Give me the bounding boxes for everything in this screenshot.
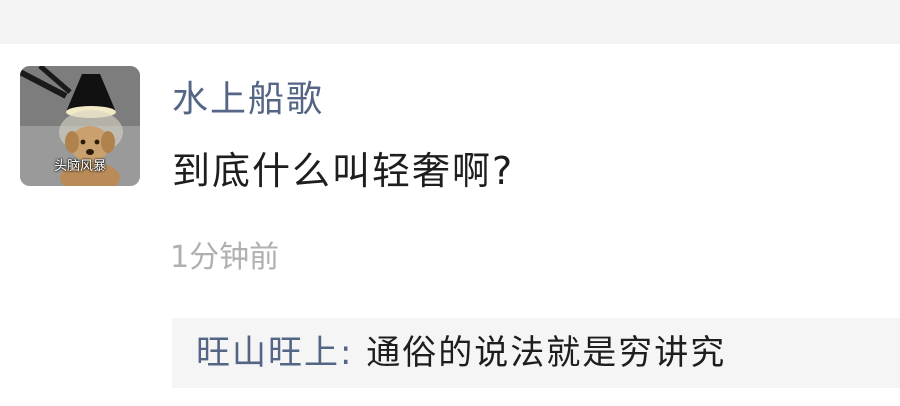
feed-post: 头脑风暴 水上船歌 到底什么叫轻奢啊? 1分钟前 旺山旺上: 通俗的说法就是穷讲… [0, 44, 900, 406]
post-message: 到底什么叫轻奢啊? [172, 149, 515, 193]
comment-item[interactable]: 旺山旺上: 通俗的说法就是穷讲究 [196, 332, 726, 374]
comment-text: 通俗的说法就是穷讲究 [366, 333, 727, 373]
avatar-caption: 头脑风暴 [53, 159, 106, 174]
comment-author-name[interactable]: 旺山旺上 [196, 333, 340, 373]
top-divider-strip [0, 0, 900, 44]
avatar[interactable]: 头脑风暴 [20, 66, 140, 186]
comment-separator: : [340, 333, 367, 373]
comment-section: 旺山旺上: 通俗的说法就是穷讲究 [172, 318, 900, 388]
post-timestamp: 1分钟前 [170, 240, 280, 275]
post-author-name[interactable]: 水上船歌 [172, 78, 324, 122]
